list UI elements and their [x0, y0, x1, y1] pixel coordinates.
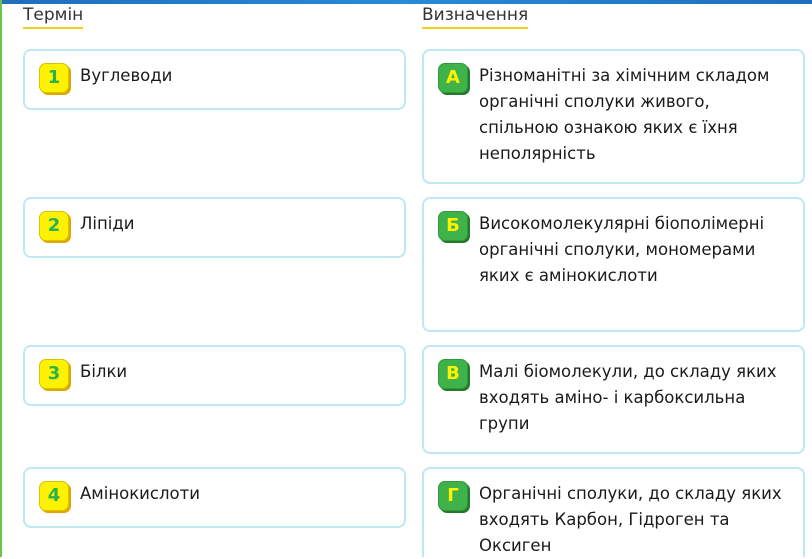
top-accent-bar [0, 0, 812, 4]
definition-card-v[interactable]: В Малі біомолекули, до складу яких входя… [422, 345, 805, 454]
definition-card-g[interactable]: Г Органічні сполуки, до складу яких вход… [422, 467, 805, 557]
left-accent-line [0, 0, 2, 557]
term-label: Ліпіди [80, 214, 135, 233]
term-card-1[interactable]: 1 Вуглеводи [23, 49, 406, 110]
definition-letter-badge: А [438, 63, 468, 93]
definition-column-header: Визначення [422, 5, 529, 29]
term-number-badge: 3 [39, 359, 69, 389]
term-card-3[interactable]: 3 Білки [23, 345, 406, 406]
definition-text: Органічні сполуки, до складу яких входят… [479, 484, 782, 555]
term-card-2[interactable]: 2 Ліпіди [23, 197, 406, 258]
definition-text: Малі біомолекули, до складу яких входять… [479, 362, 777, 433]
definition-card-b[interactable]: Б Високомолекулярні біополімерні органіч… [422, 197, 805, 332]
definition-letter-badge: Г [438, 481, 468, 511]
term-number-badge: 4 [39, 481, 69, 511]
definition-text: Високомолекулярні біополімерні органічні… [479, 214, 765, 285]
term-column-header: Термін [23, 5, 84, 29]
term-label: Амінокислоти [80, 484, 200, 503]
definition-letter-badge: Б [438, 211, 468, 241]
term-number-badge: 1 [39, 63, 69, 93]
term-label: Вуглеводи [80, 66, 173, 85]
definition-letter-badge: В [438, 359, 468, 389]
term-label: Білки [80, 362, 128, 381]
term-number-badge: 2 [39, 211, 69, 241]
definition-text: Різноманітні за хімічним складом органіч… [479, 66, 770, 163]
term-card-4[interactable]: 4 Амінокислоти [23, 467, 406, 528]
definition-card-a[interactable]: А Різноманітні за хімічним складом орган… [422, 49, 805, 184]
